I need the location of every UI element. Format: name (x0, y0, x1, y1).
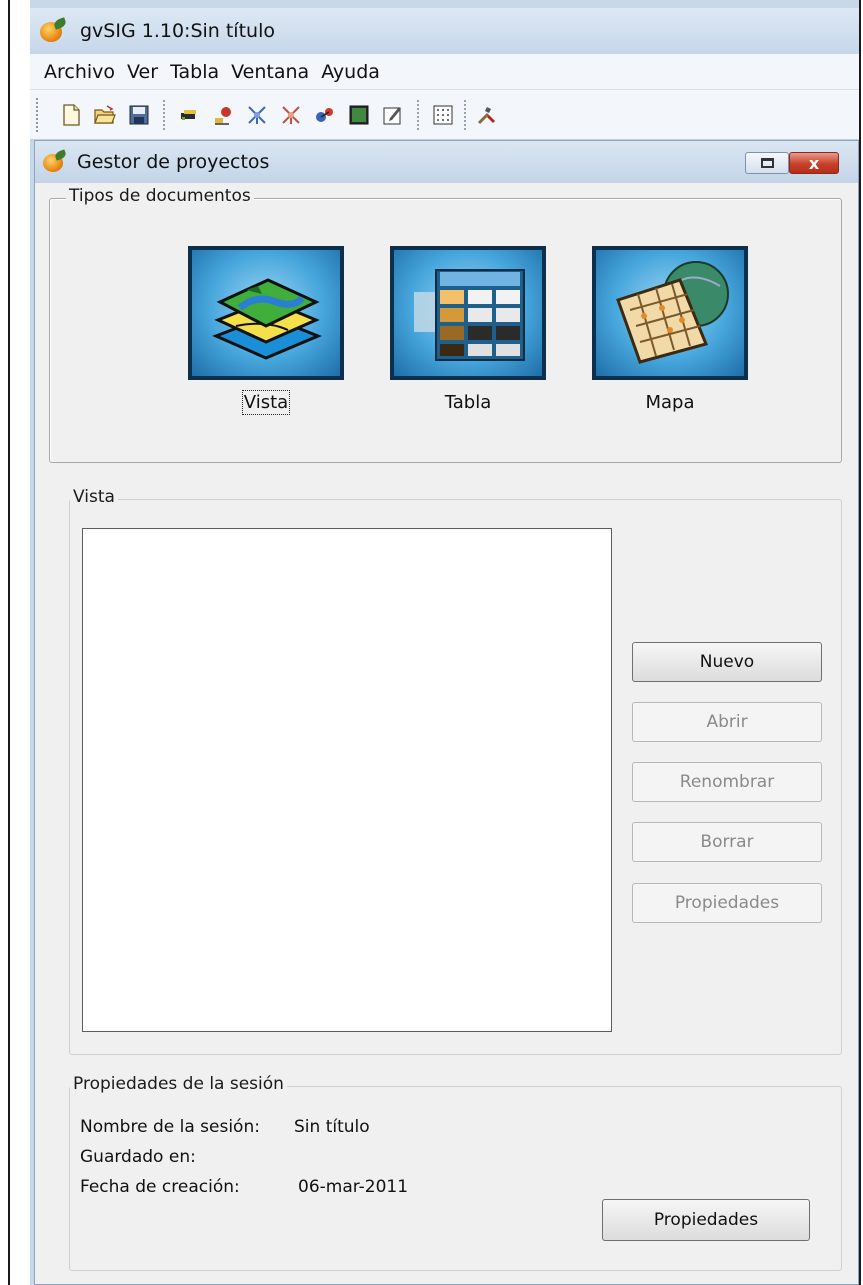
doc-type-tabla[interactable]: Tabla (388, 246, 548, 413)
gvsig-application-window: gvSIG 1.10:Sin título Archivo Ver Tabla … (30, 0, 859, 1285)
dialog-titlebar[interactable]: Gestor de proyectos x (35, 141, 858, 183)
restore-button[interactable] (745, 152, 789, 174)
add-layer-icon[interactable] (174, 100, 204, 130)
menu-archivo[interactable]: Archivo (40, 61, 119, 83)
menu-tabla[interactable]: Tabla (166, 61, 223, 83)
rename-button[interactable]: Renombrar (632, 762, 822, 802)
new-project-icon[interactable] (56, 100, 86, 130)
new-button[interactable]: Nuevo (632, 642, 822, 682)
open-button[interactable]: Abrir (632, 702, 822, 742)
documents-group: Vista Nuevo Abrir Renombrar Borrar Propi… (69, 487, 842, 1055)
document-properties-button[interactable]: Propiedades (632, 883, 822, 923)
restore-icon (760, 158, 774, 168)
documents-legend: Vista (70, 487, 118, 507)
save-project-icon[interactable] (124, 100, 154, 130)
doc-type-vista[interactable]: Vista (186, 246, 346, 415)
document-types-group: Tipos de documentos Vista Tabla Mapa (49, 186, 842, 463)
doc-type-tabla-label: Tabla (444, 392, 492, 413)
network-analysis-icon[interactable] (242, 100, 272, 130)
toolbar-separator (163, 99, 165, 130)
edit-icon[interactable] (378, 100, 408, 130)
doc-type-mapa[interactable]: Mapa (590, 246, 750, 413)
map-icon[interactable] (592, 246, 748, 380)
toolbar-grip[interactable] (36, 97, 38, 132)
session-saved-label: Guardado en: (80, 1147, 196, 1167)
left-frame-border (8, 0, 10, 1285)
toolbar-separator (417, 99, 419, 130)
gvsig-logo-icon (43, 149, 68, 173)
gvsig-logo-icon (40, 17, 68, 43)
menu-ver[interactable]: Ver (123, 61, 162, 83)
menu-ventana[interactable]: Ventana (227, 61, 313, 83)
session-properties-group: Propiedades de la sesión Nombre de la se… (69, 1074, 842, 1271)
session-properties-legend: Propiedades de la sesión (70, 1074, 287, 1094)
session-name-row: Nombre de la sesión: Sin título (80, 1117, 370, 1137)
project-manager-dialog: Gestor de proyectos x Tipos de documento… (34, 140, 859, 1285)
session-date-label: Fecha de creación: (80, 1177, 240, 1197)
preferences-tools-icon[interactable] (472, 100, 502, 130)
georeferencing-icon[interactable] (310, 100, 340, 130)
console-icon[interactable] (344, 100, 374, 130)
right-frame-border (859, 0, 861, 1285)
view-layers-icon[interactable] (188, 246, 344, 380)
session-name-value: Sin título (294, 1117, 370, 1137)
session-date-row: Fecha de creación: 06-mar-2011 (80, 1177, 408, 1197)
raster-tools-icon[interactable] (276, 100, 306, 130)
menu-bar: Archivo Ver Tabla Ventana Ayuda (30, 54, 859, 90)
toolbar-separator (464, 99, 466, 130)
app-titlebar[interactable]: gvSIG 1.10:Sin título (30, 8, 859, 54)
session-saved-row: Guardado en: (80, 1147, 196, 1167)
grid-icon[interactable] (428, 100, 458, 130)
dialog-title: Gestor de proyectos (77, 151, 270, 173)
doc-type-mapa-label: Mapa (645, 392, 695, 413)
geoprocessing-icon[interactable] (208, 100, 238, 130)
session-properties-button[interactable]: Propiedades (602, 1199, 810, 1241)
doc-type-vista-label: Vista (241, 390, 291, 415)
main-toolbar (30, 90, 859, 140)
menu-ayuda[interactable]: Ayuda (317, 61, 384, 83)
close-button[interactable]: x (789, 152, 839, 174)
open-project-icon[interactable] (90, 100, 120, 130)
table-icon[interactable] (390, 246, 546, 380)
session-date-value: 06-mar-2011 (298, 1177, 409, 1197)
close-icon: x (808, 153, 820, 173)
app-title: gvSIG 1.10:Sin título (80, 20, 275, 42)
document-types-legend: Tipos de documentos (66, 186, 254, 206)
session-name-label: Nombre de la sesión: (80, 1117, 260, 1137)
document-list[interactable] (82, 528, 612, 1032)
delete-button[interactable]: Borrar (632, 822, 822, 862)
